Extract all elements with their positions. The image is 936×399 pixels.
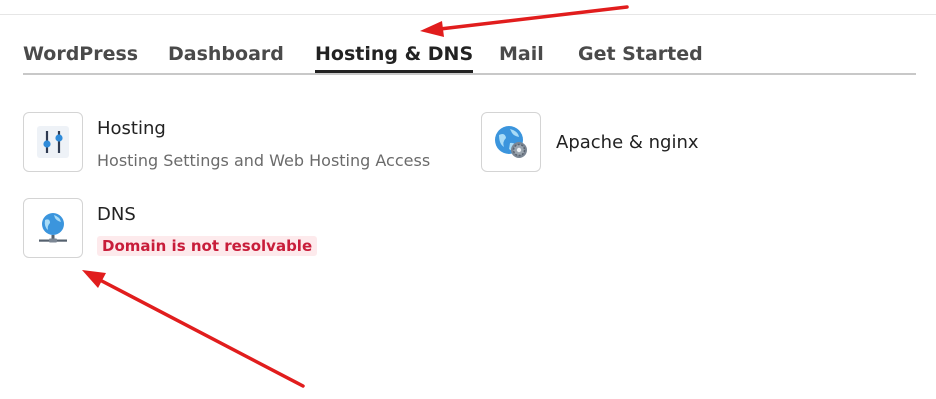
- arrow-to-hosting-dns-tab: [420, 5, 629, 37]
- dns-tile[interactable]: [23, 198, 83, 258]
- sliders-icon: [37, 126, 69, 158]
- globe-gear-icon: [495, 126, 527, 158]
- tab-hosting-dns[interactable]: Hosting & DNS: [315, 40, 474, 73]
- hosting-description: Hosting Settings and Web Hosting Access: [97, 151, 431, 170]
- top-divider: [0, 14, 936, 15]
- globe-network-icon: [39, 213, 67, 243]
- tabs-baseline: [23, 73, 916, 75]
- tab-dashboard[interactable]: Dashboard: [168, 40, 284, 70]
- tab-get-started[interactable]: Get Started: [578, 40, 703, 70]
- dns-title[interactable]: DNS: [97, 204, 136, 225]
- arrow-to-dns-tile: [82, 270, 305, 388]
- hosting-tile[interactable]: [23, 112, 83, 172]
- dns-status-badge: Domain is not resolvable: [97, 236, 318, 256]
- apache-nginx-title[interactable]: Apache & nginx: [556, 132, 699, 153]
- tab-mail[interactable]: Mail: [499, 40, 544, 70]
- tab-bar: WordPress Dashboard Hosting & DNS Mail G…: [23, 40, 916, 74]
- apache-nginx-tile[interactable]: [481, 112, 541, 172]
- hosting-title[interactable]: Hosting: [97, 118, 166, 139]
- tab-wordpress[interactable]: WordPress: [23, 40, 138, 70]
